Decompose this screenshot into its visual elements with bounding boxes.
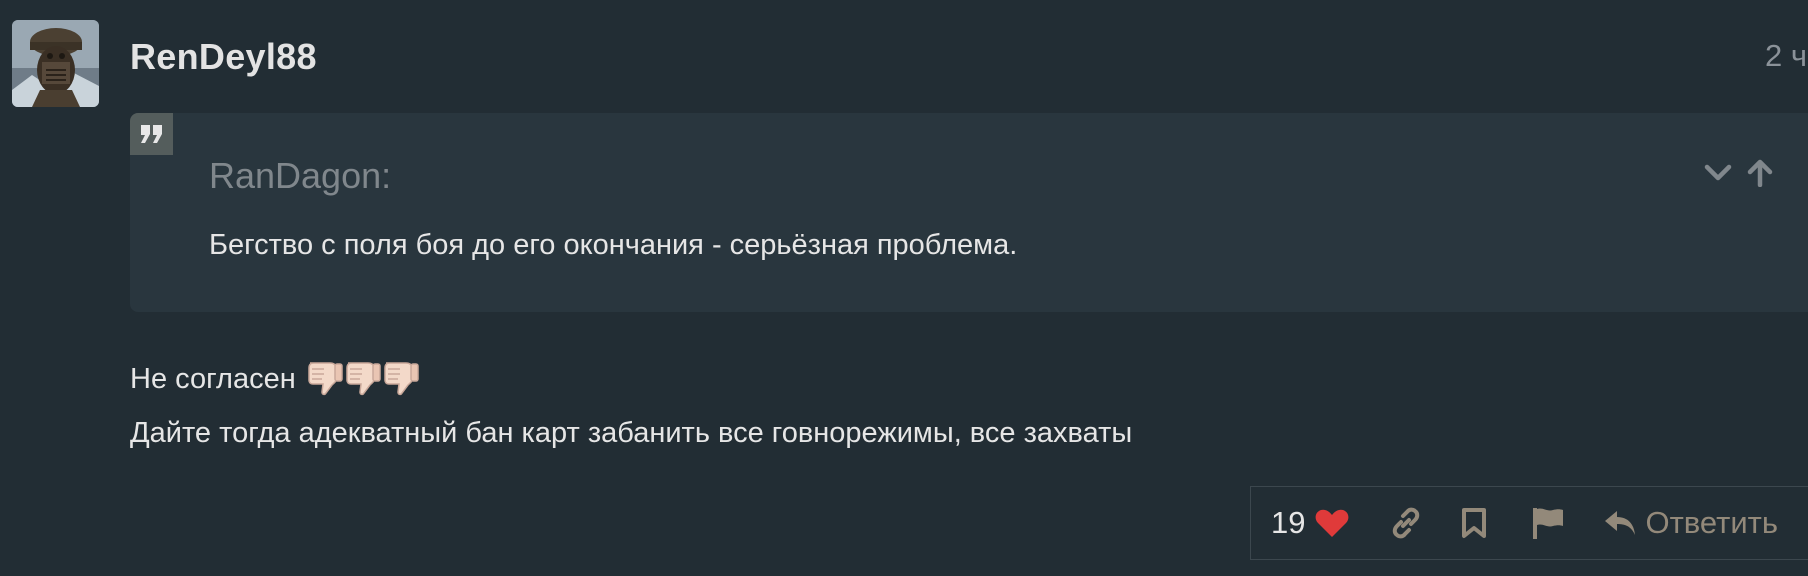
bookmark-button[interactable]: [1461, 507, 1487, 539]
link-icon[interactable]: [1389, 506, 1423, 540]
like-count[interactable]: 19: [1271, 505, 1305, 541]
post-body: Не согласен Дайте тогда адекватный бан к…: [130, 352, 1132, 460]
flag-icon[interactable]: [1531, 506, 1565, 540]
thumbs-down-emojis: [306, 359, 420, 399]
link-button[interactable]: [1389, 506, 1423, 540]
quote-icon: [130, 113, 173, 155]
thumbs-down-icon: [383, 362, 419, 396]
arrow-up-icon[interactable]: [1744, 157, 1776, 189]
post-body-line-2: Дайте тогда адекватный бан карт забанить…: [130, 406, 1132, 460]
quote-block: RanDagon: Бегство с поля боя до его окон…: [130, 113, 1808, 312]
reply-button[interactable]: Ответить: [1603, 505, 1778, 541]
flag-button[interactable]: [1531, 506, 1565, 540]
quote-controls: [1702, 157, 1776, 189]
post-body-line-1: Не согласен: [130, 352, 1132, 406]
thumbs-down-icon: [307, 362, 343, 396]
bookmark-icon[interactable]: [1461, 507, 1487, 539]
username[interactable]: RenDeyl88: [130, 36, 317, 78]
like-button[interactable]: 19: [1271, 505, 1349, 541]
reply-icon[interactable]: [1603, 508, 1637, 538]
post-actions: 19 Ответить: [1250, 486, 1808, 560]
post-date[interactable]: 2 ч: [1765, 38, 1807, 74]
forum-post: RenDeyl88 2 ч RanDagon: Бегство с поля б…: [0, 0, 1808, 576]
post-body-text-2: Дайте тогда адекватный бан карт забанить…: [130, 417, 1133, 449]
quote-author[interactable]: RanDagon:: [209, 155, 391, 197]
thumbs-down-icon: [345, 362, 381, 396]
avatar[interactable]: [12, 20, 99, 107]
quote-text: Бегство с поля боя до его окончания - се…: [209, 229, 1018, 261]
post-body-text-1: Не согласен: [130, 363, 296, 395]
heart-icon[interactable]: [1315, 508, 1349, 538]
chevron-down-icon[interactable]: [1702, 157, 1734, 189]
reply-label[interactable]: Ответить: [1645, 505, 1778, 541]
